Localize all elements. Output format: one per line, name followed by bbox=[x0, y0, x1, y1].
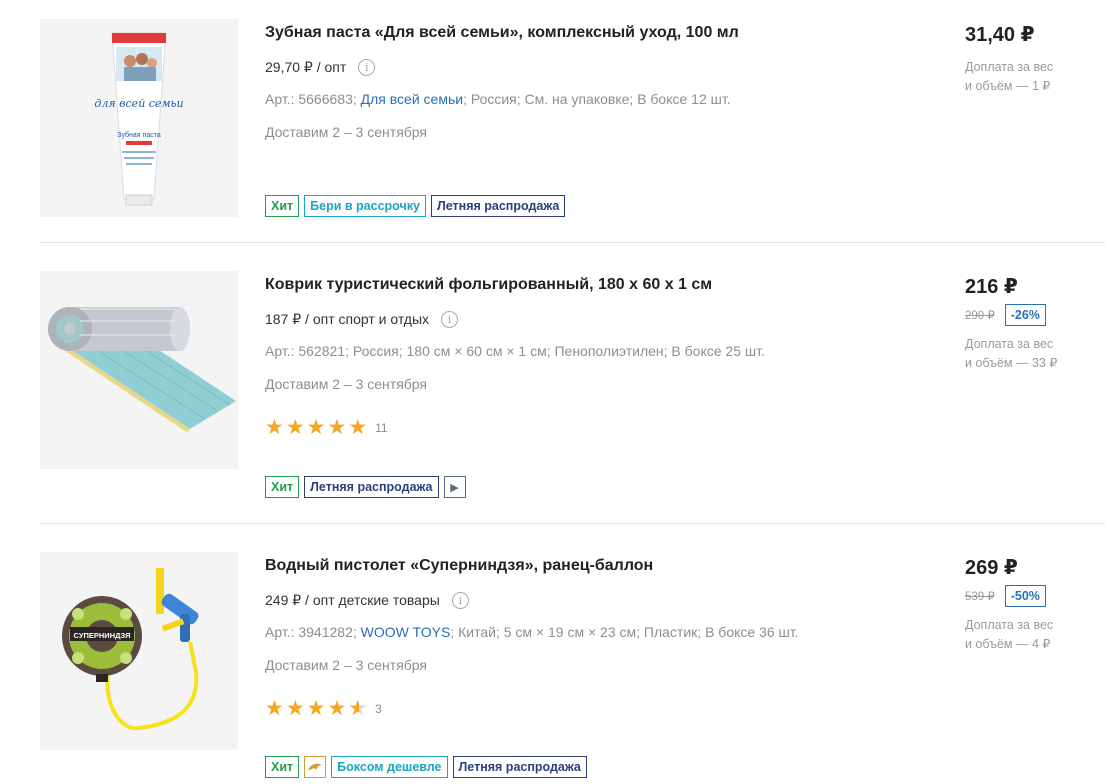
badge-hit[interactable]: Хит bbox=[265, 756, 300, 778]
product-meta: Арт.: 5666683; Для всей семьи; Россия; С… bbox=[265, 91, 731, 107]
wholesale-price: 29,70 ₽ / опт i bbox=[265, 59, 376, 76]
product-card: СУПЕРНИНДЗЯ Водный пистолет «Суперниндзя… bbox=[40, 552, 1105, 784]
badge-summer-sale[interactable]: Летняя распродажа bbox=[430, 195, 566, 217]
brand-link[interactable]: WOOW TOYS bbox=[361, 624, 451, 640]
product-title[interactable]: Зубная паста «Для всей семьи», комплексн… bbox=[265, 24, 739, 42]
wholesale-price: 249 ₽ / опт детские товары i bbox=[265, 592, 469, 609]
meta-details: ; Китай; 5 см × 19 см × 23 см; Пластик; … bbox=[450, 624, 799, 640]
old-price: 539 ₽ bbox=[965, 591, 995, 603]
toothpaste-image: для всей семьи Зубная паста bbox=[40, 19, 238, 217]
rating[interactable]: ★ ★ ★ ★ ★ 11 bbox=[265, 417, 388, 438]
product-meta: Арт.: 3941282; WOOW TOYS; Китай; 5 см × … bbox=[265, 624, 799, 640]
sku-text: Арт.: 3941282; bbox=[265, 624, 361, 640]
star-icon: ★ bbox=[265, 416, 284, 439]
rating[interactable]: ★ ★ ★ ★ ★ 3 bbox=[265, 698, 382, 719]
star-icon: ★ bbox=[285, 697, 305, 720]
old-price: 290 ₽ bbox=[965, 310, 995, 322]
badge-list: Хит Боксом дешевле Летняя распродажа bbox=[265, 756, 587, 778]
price: 216 ₽ bbox=[965, 276, 1018, 298]
product-card: для всей семьи Зубная паста Зубная паста… bbox=[40, 19, 1105, 224]
divider bbox=[40, 242, 1105, 243]
product-image[interactable]: СУПЕРНИНДЗЯ bbox=[40, 552, 238, 750]
star-icon: ★ bbox=[306, 416, 326, 439]
water-gun-image: СУПЕРНИНДЗЯ bbox=[40, 552, 238, 750]
star-icon: ★ bbox=[327, 697, 347, 720]
package-brand-text: для всей семьи bbox=[94, 97, 183, 110]
info-circle-icon[interactable]: i bbox=[358, 59, 376, 76]
badge-list: Хит Летняя распродажа ▶ bbox=[265, 476, 466, 498]
badge-summer-sale[interactable]: Летняя распродажа bbox=[304, 476, 439, 498]
delivery-date: Доставим 2 – 3 сентября bbox=[265, 657, 428, 673]
badge-installment[interactable]: Бери в рассрочку bbox=[304, 195, 426, 217]
surcharge-note: Доплата за вес и объём — 4 ₽ bbox=[965, 616, 1053, 654]
surcharge-line: и объём — 1 ₽ bbox=[965, 79, 1051, 93]
price: 269 ₽ bbox=[965, 557, 1018, 579]
product-title[interactable]: Водный пистолет «Суперниндзя», ранец-бал… bbox=[265, 557, 653, 575]
package-type-text: Зубная паста bbox=[117, 131, 161, 139]
mat-image bbox=[40, 271, 238, 469]
brand-link[interactable]: Для всей семьи bbox=[361, 91, 463, 107]
surcharge-note: Доплата за вес и объём — 1 ₽ bbox=[965, 58, 1053, 96]
badge-box-cheaper[interactable]: Боксом дешевле bbox=[331, 756, 448, 778]
product-image[interactable]: для всей семьи Зубная паста bbox=[40, 19, 238, 217]
star-icon: ★ bbox=[348, 416, 368, 439]
delivery-date: Доставим 2 – 3 сентября bbox=[265, 124, 428, 140]
product-image[interactable] bbox=[40, 271, 238, 469]
product-meta: Арт.: 562821; Россия; 180 см × 60 см × 1… bbox=[265, 343, 765, 359]
surcharge-line: Доплата за вес bbox=[965, 60, 1054, 74]
badge-list: Хит Бери в рассрочку Летняя распродажа bbox=[265, 195, 566, 217]
old-price-row: 539 ₽ -50% bbox=[965, 585, 1046, 607]
star-icon: ★ bbox=[306, 697, 326, 720]
rating-count: 11 bbox=[375, 420, 388, 435]
star-icon: ★ bbox=[327, 416, 347, 439]
surcharge-line: Доплата за вес bbox=[965, 618, 1054, 632]
product-card: Коврик туристический фольгированный, 180… bbox=[40, 271, 1105, 501]
wholesale-price: 187 ₽ / опт спорт и отдых i bbox=[265, 311, 459, 328]
dolphin-icon[interactable] bbox=[304, 756, 327, 778]
discount-badge: -50% bbox=[1004, 585, 1046, 607]
dolphin-icon-graphic bbox=[308, 763, 323, 770]
surcharge-line: и объём — 4 ₽ bbox=[965, 637, 1051, 651]
delivery-date: Доставим 2 – 3 сентября bbox=[265, 376, 428, 392]
surcharge-note: Доплата за вес и объём — 33 ₽ bbox=[965, 335, 1057, 373]
badge-hit[interactable]: Хит bbox=[265, 195, 300, 217]
star-icon: ★ bbox=[265, 697, 284, 720]
wholesale-price-text: 187 ₽ / опт спорт и отдых bbox=[265, 311, 430, 327]
wholesale-price-text: 249 ₽ / опт детские товары bbox=[265, 592, 440, 608]
star-icon: ★ bbox=[285, 416, 305, 439]
surcharge-line: Доплата за вес bbox=[965, 337, 1054, 351]
badge-hit[interactable]: Хит bbox=[265, 476, 300, 498]
divider bbox=[40, 523, 1105, 524]
old-price-row: 290 ₽ -26% bbox=[965, 304, 1046, 326]
wholesale-price-text: 29,70 ₽ / опт bbox=[265, 59, 347, 75]
info-circle-icon[interactable]: i bbox=[441, 311, 459, 328]
badge-summer-sale[interactable]: Летняя распродажа bbox=[452, 756, 587, 778]
play-icon[interactable]: ▶ bbox=[443, 476, 466, 498]
discount-badge: -26% bbox=[1004, 304, 1046, 326]
product-title[interactable]: Коврик туристический фольгированный, 180… bbox=[265, 276, 712, 294]
package-label-text: СУПЕРНИНДЗЯ bbox=[74, 631, 131, 640]
rating-count: 3 bbox=[375, 701, 382, 716]
surcharge-line: и объём — 33 ₽ bbox=[965, 356, 1058, 370]
price: 31,40 ₽ bbox=[965, 24, 1035, 46]
meta-details: ; Россия; См. на упаковке; В боксе 12 шт… bbox=[463, 91, 731, 107]
star-half-icon: ★ bbox=[348, 698, 367, 719]
sku-text: Арт.: 5666683; bbox=[265, 91, 361, 107]
info-circle-icon[interactable]: i bbox=[451, 592, 469, 609]
